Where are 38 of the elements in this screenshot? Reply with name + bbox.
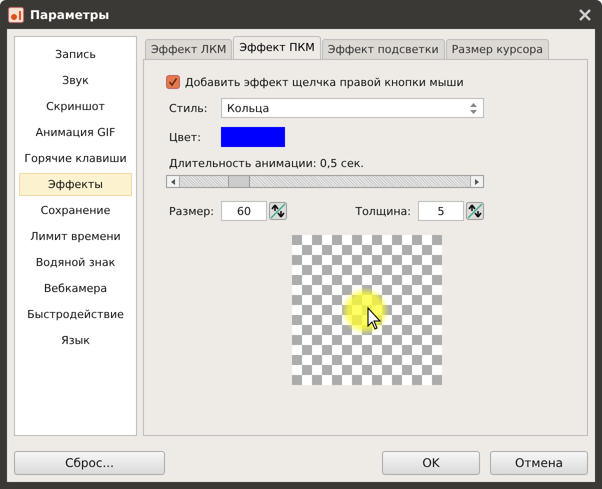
tab[interactable]: Эффект подсветки	[322, 39, 445, 59]
sidebar-item[interactable]: Скриншот	[19, 95, 132, 118]
checkbox-label: Добавить эффект щелчка правой кнопки мыши	[185, 76, 464, 88]
sidebar-item[interactable]: Вебкамера	[19, 277, 132, 300]
size-label: Размер:	[169, 204, 214, 218]
sidebar-item[interactable]: Эффекты	[19, 173, 132, 196]
sidebar-item[interactable]: Запись	[19, 43, 132, 66]
ok-button[interactable]: OK	[382, 451, 480, 475]
thickness-field[interactable]: 5	[418, 201, 464, 221]
sidebar-item[interactable]: Анимация GIF	[19, 121, 132, 144]
app-icon	[8, 6, 24, 22]
color-label: Цвет:	[168, 130, 202, 144]
size-field[interactable]: 60	[220, 201, 267, 221]
sidebar-item[interactable]: Горячие клавиши	[19, 147, 132, 170]
tab[interactable]: Эффект ЛКМ	[145, 39, 232, 59]
tab[interactable]: Эффект ПКМ	[233, 36, 321, 59]
thickness-label: Толщина:	[355, 204, 411, 218]
reset-button[interactable]: Сброс...	[14, 451, 165, 475]
close-icon[interactable]	[578, 8, 592, 22]
color-swatch[interactable]	[221, 127, 285, 147]
duration-label: Длительность анимации: 0,5 сек.	[168, 157, 365, 170]
sidebar-item[interactable]: Водяной знак	[19, 251, 132, 274]
cancel-button[interactable]: Отмена	[490, 451, 588, 475]
style-label: Стиль:	[168, 102, 208, 114]
sidebar-item[interactable]: Сохранение	[19, 199, 132, 222]
spin-arrows-icon	[470, 102, 477, 114]
stepper-icon[interactable]	[466, 202, 484, 220]
window-title: Параметры	[30, 8, 110, 22]
checkbox[interactable]	[166, 75, 180, 89]
style-dropdown[interactable]: Кольца	[221, 98, 484, 118]
sidebar-item[interactable]: Язык	[19, 329, 132, 352]
sidebar-item[interactable]: Быстродействие	[19, 303, 132, 326]
duration-slider[interactable]	[166, 175, 484, 188]
sidebar-item[interactable]: Лимит времени	[19, 225, 132, 248]
slider-thumb[interactable]	[228, 176, 250, 187]
stepper-icon[interactable]	[268, 202, 287, 220]
sidebar-item[interactable]: Звук	[19, 69, 132, 92]
tab[interactable]: Размер курсора	[446, 39, 550, 59]
